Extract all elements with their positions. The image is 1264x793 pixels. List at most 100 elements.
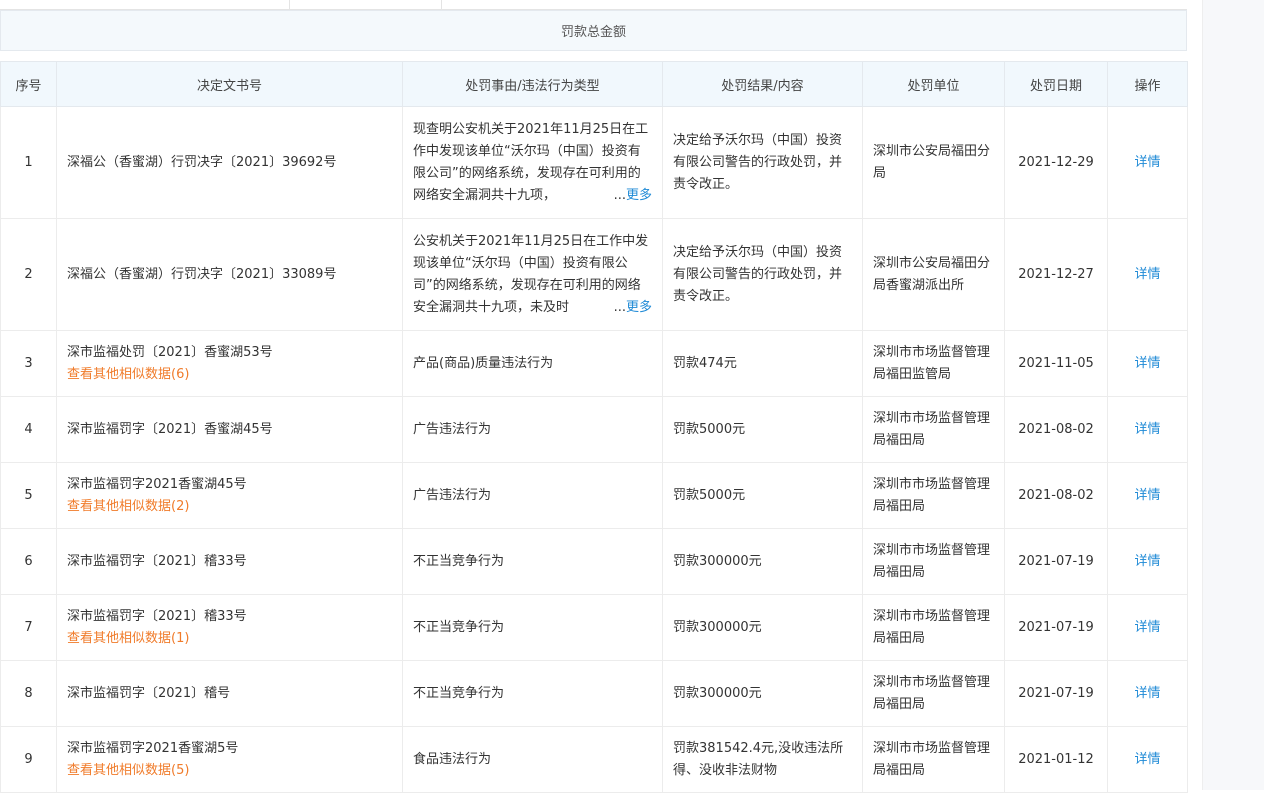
result-cell: 罚款5000元	[662, 462, 863, 529]
action-cell: 详情	[1107, 528, 1188, 595]
action-cell: 详情	[1107, 726, 1188, 793]
row-index: 7	[0, 594, 57, 661]
row-index: 9	[0, 726, 57, 793]
decision-number: 深市监福罚字〔2021〕稽33号	[67, 608, 247, 624]
detail-link[interactable]: 详情	[1134, 267, 1160, 282]
date-cell: 2021-08-02	[1004, 396, 1108, 463]
row-index: 3	[0, 330, 57, 397]
unit-cell: 深圳市市场监督管理局福田局	[862, 726, 1005, 793]
decision-cell: 深福公（香蜜湖）行罚决字〔2021〕39692号	[56, 106, 403, 219]
reason-cell: 不正当竞争行为	[402, 660, 663, 727]
reason-cell: 不正当竞争行为	[402, 594, 663, 661]
unit-cell: 深圳市市场监督管理局福田局	[862, 396, 1005, 463]
result-cell: 罚款300000元	[662, 528, 863, 595]
action-cell: 详情	[1107, 218, 1188, 331]
action-cell: 详情	[1107, 396, 1188, 463]
row-index: 1	[0, 106, 57, 219]
header-action: 操作	[1107, 61, 1188, 107]
reason-text: 不正当竞争行为	[413, 553, 505, 569]
header-unit: 处罚单位	[862, 61, 1005, 107]
table-row: 1 深福公（香蜜湖）行罚决字〔2021〕39692号 现查明公安机关于2021年11…	[0, 106, 1188, 219]
result-cell: 罚款300000元	[662, 660, 863, 727]
reason-cell: 产品(商品)质量违法行为	[402, 330, 663, 397]
reason-text: 广告违法行为	[413, 487, 492, 503]
date-cell: 2021-12-29	[1004, 106, 1108, 219]
date-cell: 2021-12-27	[1004, 218, 1108, 331]
row-index: 6	[0, 528, 57, 595]
penalty-table: 序号 决定文书号 处罚事由/违法行为类型 处罚结果/内容 处罚单位 处罚日期 操…	[0, 61, 1188, 793]
date-cell: 2021-07-19	[1004, 660, 1108, 727]
penalty-total-bar: 罚款总金额	[0, 10, 1187, 51]
more-link[interactable]: 更多	[626, 300, 652, 315]
date-cell: 2021-01-12	[1004, 726, 1108, 793]
table-row: 9 深市监福罚字2021香蜜湖5号 查看其他相似数据(5) 食品违法行为 罚款38154…	[0, 726, 1188, 793]
result-cell: 罚款300000元	[662, 594, 863, 661]
decision-number: 深福公（香蜜湖）行罚决字〔2021〕33089号	[67, 266, 337, 282]
reason-cell: 现查明公安机关于2021年11月25日在工作中发现该单位“沃尔玛（中国）投资有限…	[402, 106, 663, 219]
ellipsis: ...	[613, 299, 626, 315]
result-cell: 决定给予沃尔玛（中国）投资有限公司警告的行政处罚，并责令改正。	[662, 218, 863, 331]
detail-link[interactable]: 详情	[1134, 488, 1160, 503]
header-result: 处罚结果/内容	[662, 61, 863, 107]
table-header-row: 序号 决定文书号 处罚事由/违法行为类型 处罚结果/内容 处罚单位 处罚日期 操…	[0, 61, 1188, 107]
decision-cell: 深市监福罚字2021香蜜湖45号查看其他相似数据(2)	[56, 462, 403, 529]
decision-cell: 深市监福罚字〔2021〕稽号	[56, 660, 403, 727]
similar-data-link[interactable]: 查看其他相似数据(2)	[67, 496, 392, 518]
reason-text: 广告违法行为	[413, 421, 492, 437]
table-row: 3 深市监福处罚〔2021〕香蜜湖53号查看其他相似数据(6) 产品(商品)质量违法…	[0, 330, 1188, 397]
date-cell: 2021-07-19	[1004, 528, 1108, 595]
reason-cell: 食品违法行为	[402, 726, 663, 793]
table-row: 6 深市监福罚字〔2021〕稽33号 不正当竞争行为 罚款300000元 深圳市市场监督…	[0, 528, 1188, 595]
decision-number: 深市监福罚字〔2021〕香蜜湖45号	[67, 421, 273, 437]
tab-placeholder[interactable]	[290, 0, 442, 10]
reason-text: 食品违法行为	[413, 751, 492, 767]
tab-placeholder[interactable]	[0, 0, 290, 10]
similar-data-link[interactable]: 查看其他相似数据(1)	[67, 628, 392, 650]
detail-link[interactable]: 详情	[1134, 155, 1160, 170]
detail-link[interactable]: 详情	[1134, 620, 1160, 635]
reason-text: 不正当竞争行为	[413, 685, 505, 701]
detail-link[interactable]: 详情	[1134, 752, 1160, 767]
detail-link[interactable]: 详情	[1134, 686, 1160, 701]
similar-data-link[interactable]: 查看其他相似数据(5)	[67, 760, 392, 782]
reason-cell: 广告违法行为	[402, 396, 663, 463]
date-cell: 2021-08-02	[1004, 462, 1108, 529]
decision-cell: 深市监福罚字〔2021〕稽33号查看其他相似数据(1)	[56, 594, 403, 661]
action-cell: 详情	[1107, 594, 1188, 661]
reason-cell: 广告违法行为	[402, 462, 663, 529]
unit-cell: 深圳市市场监督管理局福田局	[862, 660, 1005, 727]
decision-number: 深市监福罚字2021香蜜湖45号	[67, 476, 247, 492]
table-row: 7 深市监福罚字〔2021〕稽33号 查看其他相似数据(1) 不正当竞争行为 罚款300…	[0, 594, 1188, 661]
more-link[interactable]: 更多	[626, 188, 652, 203]
result-cell: 罚款5000元	[662, 396, 863, 463]
header-index: 序号	[0, 61, 57, 107]
decision-number: 深市监福罚字〔2021〕稽33号	[67, 553, 247, 569]
decision-number: 深市监福罚字2021香蜜湖5号	[67, 740, 239, 756]
similar-data-link[interactable]: 查看其他相似数据(6)	[67, 364, 392, 386]
detail-link[interactable]: 详情	[1134, 554, 1160, 569]
detail-link[interactable]: 详情	[1134, 422, 1160, 437]
unit-cell: 深圳市市场监督管理局福田监管局	[862, 330, 1005, 397]
ellipsis: ...	[613, 187, 626, 203]
result-cell: 罚款474元	[662, 330, 863, 397]
decision-cell: 深市监福罚字〔2021〕香蜜湖45号	[56, 396, 403, 463]
action-cell: 详情	[1107, 462, 1188, 529]
reason-cell: 公安机关于2021年11月25日在工作中发现该单位“沃尔玛（中国）投资有限公司”…	[402, 218, 663, 331]
result-cell: 罚款381542.4元,没收违法所得、没收非法财物	[662, 726, 863, 793]
action-cell: 详情	[1107, 660, 1188, 727]
decision-cell: 深市监福罚字2021香蜜湖5号查看其他相似数据(5)	[56, 726, 403, 793]
reason-cell: 不正当竞争行为	[402, 528, 663, 595]
decision-number: 深福公（香蜜湖）行罚决字〔2021〕39692号	[67, 154, 337, 170]
decision-number: 深市监福处罚〔2021〕香蜜湖53号	[67, 344, 273, 360]
decision-number: 深市监福罚字〔2021〕稽号	[67, 685, 231, 701]
detail-link[interactable]: 详情	[1134, 356, 1160, 371]
penalty-total-label: 罚款总金额	[560, 25, 626, 40]
action-cell: 详情	[1107, 330, 1188, 397]
date-cell: 2021-07-19	[1004, 594, 1108, 661]
unit-cell: 深圳市市场监督管理局福田局	[862, 462, 1005, 529]
table-row: 2 深福公（香蜜湖）行罚决字〔2021〕33089号 公安机关于2021年11月25…	[0, 218, 1188, 331]
unit-cell: 深圳市公安局福田分局香蜜湖派出所	[862, 218, 1005, 331]
row-index: 8	[0, 660, 57, 727]
decision-cell: 深福公（香蜜湖）行罚决字〔2021〕33089号	[56, 218, 403, 331]
unit-cell: 深圳市市场监督管理局福田局	[862, 594, 1005, 661]
